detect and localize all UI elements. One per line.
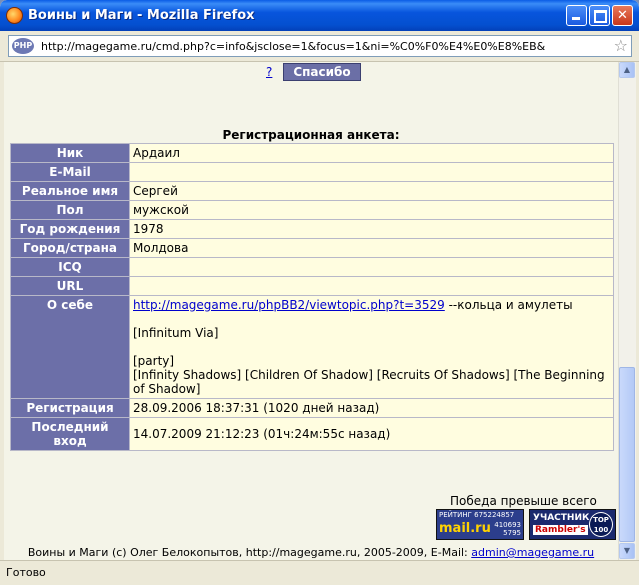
- table-row: Регистрация 28.09.2006 18:37:31 (1020 дн…: [10, 398, 614, 418]
- field-value: Молдова: [129, 238, 614, 258]
- table-row: Пол мужской: [10, 200, 614, 220]
- rambler-top100-badge[interactable]: УЧАСТНИК Rambler's TOP 100: [529, 509, 616, 540]
- table-row: Год рождения 1978: [10, 219, 614, 239]
- forum-link[interactable]: http://magegame.ru/phpBB2/viewtopic.php?…: [133, 298, 445, 312]
- field-value: 14.07.2009 21:12:23 (01ч:24м:55с назад): [129, 417, 614, 451]
- help-link[interactable]: ?: [266, 65, 272, 79]
- footer-text: Воины и Маги (c) Олег Белокопытов, http:…: [27, 546, 472, 559]
- close-button[interactable]: ✕: [612, 5, 633, 26]
- field-value: [129, 257, 614, 277]
- field-label: О себе: [10, 295, 130, 399]
- field-value: мужской: [129, 200, 614, 220]
- table-row: Ник Ардаил: [10, 143, 614, 163]
- about-line: [Infinity Shadows] [Children Of Shadow] …: [133, 368, 605, 396]
- field-value: 1978: [129, 219, 614, 239]
- field-value: Сергей: [129, 181, 614, 201]
- about-value: http://magegame.ru/phpBB2/viewtopic.php?…: [129, 295, 614, 399]
- mail-rating-label: РЕЙТИНГ 675224857: [439, 511, 515, 519]
- scroll-thumb[interactable]: [619, 367, 635, 542]
- top100-label: TOP 100: [589, 512, 613, 537]
- form-title: Регистрационная анкета:: [222, 128, 400, 142]
- status-bar: Готово: [0, 560, 639, 585]
- address-bar[interactable]: PHP http://magegame.ru/cmd.php?c=info&js…: [8, 35, 632, 57]
- firefox-icon: [6, 7, 23, 24]
- field-label: URL: [10, 276, 130, 296]
- table-row: URL: [10, 276, 614, 296]
- about-text: --кольца и амулеты: [444, 298, 573, 312]
- mail-count: 5795: [503, 529, 521, 537]
- maximize-button[interactable]: [589, 5, 610, 26]
- mail-count: 410693: [494, 521, 521, 529]
- minimize-button[interactable]: [566, 5, 587, 26]
- field-label: Год рождения: [10, 219, 130, 239]
- admin-email-link[interactable]: admin@magegame.ru: [471, 546, 594, 559]
- vertical-scrollbar[interactable]: ▲ ▼: [618, 62, 636, 560]
- php-site-icon: PHP: [12, 38, 34, 54]
- url-text[interactable]: http://magegame.ru/cmd.php?c=info&jsclos…: [41, 40, 545, 53]
- bookmark-star-icon[interactable]: ☆: [614, 36, 628, 55]
- field-label: E-Mail: [10, 162, 130, 182]
- page-footer: Воины и Маги (c) Олег Белокопытов, http:…: [4, 546, 618, 559]
- thanks-button[interactable]: Спасибо: [283, 63, 361, 81]
- window-title: Воины и Маги - Mozilla Firefox: [28, 8, 255, 23]
- registration-table: Ник Ардаил E-Mail Реальное имя Сергей По…: [10, 143, 614, 451]
- field-value: [129, 276, 614, 296]
- field-value: [129, 162, 614, 182]
- table-row: ICQ: [10, 257, 614, 277]
- field-label: Регистрация: [10, 398, 130, 418]
- rambler-logo: Rambler's: [533, 525, 588, 535]
- about-line: [party]: [133, 354, 175, 368]
- motto-text: Победа превыше всего: [450, 494, 597, 508]
- scroll-down-icon[interactable]: ▼: [619, 543, 635, 559]
- table-row: E-Mail: [10, 162, 614, 182]
- scroll-up-icon[interactable]: ▲: [619, 62, 635, 78]
- rambler-participant-label: УЧАСТНИК: [533, 513, 590, 523]
- field-value: 28.09.2006 18:37:31 (1020 дней назад): [129, 398, 614, 418]
- mail-rating-badge[interactable]: РЕЙТИНГ 675224857 mail.ru 410693 5795: [436, 509, 524, 540]
- field-label: ICQ: [10, 257, 130, 277]
- address-bar-area: PHP http://magegame.ru/cmd.php?c=info&js…: [0, 31, 639, 62]
- field-label: Реальное имя: [10, 181, 130, 201]
- about-line: [Infinitum Via]: [133, 326, 219, 340]
- mail-logo: mail.ru: [439, 521, 491, 536]
- field-value: Ардаил: [129, 143, 614, 163]
- browser-window: Воины и Маги - Mozilla Firefox ✕ PHP htt…: [0, 0, 639, 585]
- field-label: Ник: [10, 143, 130, 163]
- table-row: Город/страна Молдова: [10, 238, 614, 258]
- mail-counts: 410693 5795: [494, 521, 521, 537]
- page-content: ? Спасибо Регистрационная анкета: Ник Ар…: [4, 62, 618, 560]
- field-label: Последний вход: [10, 417, 130, 451]
- field-label: Город/страна: [10, 238, 130, 258]
- table-row: Последний вход 14.07.2009 21:12:23 (01ч:…: [10, 417, 614, 451]
- status-text: Готово: [6, 566, 46, 579]
- table-row: Реальное имя Сергей: [10, 181, 614, 201]
- field-label: Пол: [10, 200, 130, 220]
- table-row: О себе http://magegame.ru/phpBB2/viewtop…: [10, 295, 614, 399]
- title-bar[interactable]: Воины и Маги - Mozilla Firefox ✕: [0, 0, 639, 31]
